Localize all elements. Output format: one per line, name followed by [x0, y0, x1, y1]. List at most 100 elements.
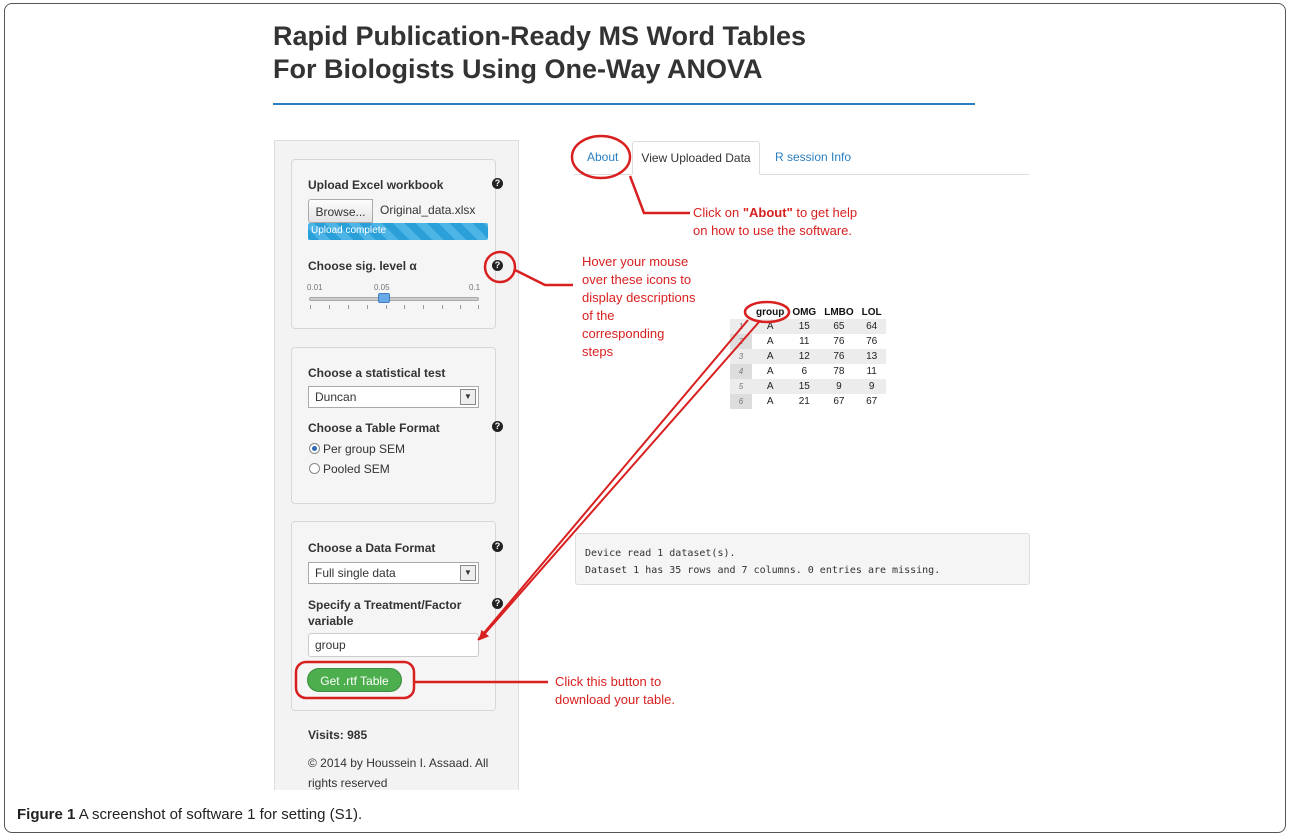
table-row: 6 A 21 67 67 [730, 394, 886, 409]
treatment-label-line-2: variable [308, 614, 354, 628]
help-icon[interactable]: ? [492, 541, 503, 552]
table-header-row: group OMG LMBO LOL [730, 305, 886, 319]
siglevel-slider[interactable] [309, 297, 479, 301]
slider-tick [460, 305, 461, 309]
annotation-text: Click this button to [555, 674, 662, 689]
caption-label: Figure 1 [17, 806, 76, 823]
table-row: 5 A 15 9 9 [730, 379, 886, 394]
annotation-text: on how to use the software. [693, 223, 852, 238]
radio-selected-icon [309, 443, 320, 454]
caption-text: A screenshot of software 1 for setting (… [75, 806, 363, 823]
table-cell: 78 [833, 366, 845, 377]
row-number: 4 [730, 364, 752, 379]
slider-tick [442, 305, 443, 309]
annotation-bold-text: "About" [742, 205, 793, 220]
console-line: Dataset 1 has 35 rows and 7 columns. 0 e… [585, 565, 941, 576]
table-cell: 9 [857, 379, 886, 394]
row-number: 1 [730, 319, 752, 334]
table-cell: 12 [788, 349, 821, 364]
table-cell: A [766, 396, 774, 407]
help-icon[interactable]: ? [492, 598, 503, 609]
treatment-label: Specify a Treatment/Factor variable [308, 597, 461, 629]
slider-tick [329, 305, 330, 309]
table-cell: A [752, 319, 789, 334]
get-rtf-table-button[interactable]: Get .rtf Table [307, 668, 402, 692]
data-format-value: Full single data [315, 566, 396, 580]
annotation-text: of the [582, 308, 615, 323]
help-icon[interactable]: ? [492, 178, 503, 189]
tab-view-uploaded-data[interactable]: View Uploaded Data [632, 141, 760, 175]
row-number: 5 [730, 379, 752, 394]
table-cell: 76 [866, 336, 878, 347]
dropdown-arrow-icon: ▼ [460, 565, 476, 581]
radio-icon [309, 463, 320, 474]
upload-label: Upload Excel workbook [308, 178, 444, 192]
visit-counter: Visits: 985 [308, 728, 368, 742]
radio-pooled-sem[interactable]: Pooled SEM [309, 462, 390, 476]
table-cell: 67 [866, 396, 878, 407]
table-row: 3 A 12 76 13 [730, 349, 886, 364]
column-header: group [756, 306, 785, 318]
test-select[interactable]: Duncan ▼ [308, 386, 479, 408]
annotation-text: Hover your mouse [582, 254, 689, 269]
siglevel-label: Choose sig. level α [308, 259, 417, 273]
row-number: 3 [730, 349, 752, 364]
column-header: OMG [792, 306, 817, 318]
slider-handle[interactable] [378, 293, 390, 303]
tab-about[interactable]: About [587, 150, 618, 164]
table-cell: A [752, 379, 789, 394]
slider-min-label: 0.01 [307, 283, 323, 292]
tab-r-session-info[interactable]: R session Info [775, 150, 851, 164]
table-cell: 21 [798, 396, 810, 407]
copyright-text: © 2014 by Houssein I. Assaad. All rights… [308, 756, 489, 790]
slider-tick [310, 305, 311, 309]
annotation-text: display descriptions [582, 290, 696, 305]
table-cell: 15 [788, 319, 821, 334]
table-cell: A [766, 336, 774, 347]
table-cell: 9 [820, 379, 858, 394]
row-number: 6 [730, 394, 752, 409]
radio-label: Per group SEM [323, 442, 406, 456]
table-cell: A [752, 349, 789, 364]
annotation-text: corresponding [582, 326, 665, 341]
row-number: 2 [730, 334, 752, 349]
dropdown-arrow-icon: ▼ [460, 389, 476, 405]
table-cell: 76 [820, 349, 858, 364]
help-icon[interactable]: ? [492, 260, 503, 271]
annotation-text: over these icons to [582, 272, 692, 287]
table-row: 4 A 6 78 11 [730, 364, 886, 379]
browse-button[interactable]: Browse... [308, 199, 373, 223]
table-row: 1 A 15 65 64 [730, 319, 886, 334]
console-line: Device read 1 dataset(s). [585, 548, 736, 559]
hover-annotation: Hover your mouse over these icons to dis… [582, 253, 695, 361]
table-cell: 67 [833, 396, 845, 407]
treatment-input[interactable]: group [308, 633, 479, 657]
table-cell: 76 [833, 336, 845, 347]
annotation-text: to get help [792, 205, 858, 220]
annotation-text: download your table. [555, 692, 675, 707]
slider-value-label: 0.05 [374, 283, 390, 292]
annotation-text: Click on [693, 205, 743, 220]
data-format-select[interactable]: Full single data ▼ [308, 562, 479, 584]
figure-caption: Figure 1 A screenshot of software 1 for … [17, 806, 362, 823]
test-label: Choose a statistical test [308, 366, 446, 380]
data-format-label: Choose a Data Format [308, 541, 436, 555]
column-header [730, 305, 752, 319]
table-cell: 65 [820, 319, 858, 334]
slider-tick [386, 305, 387, 309]
radio-label: Pooled SEM [323, 462, 390, 476]
radio-per-group-sem[interactable]: Per group SEM [309, 442, 405, 456]
table-cell: 11 [866, 366, 877, 377]
table-cell: 6 [801, 366, 808, 377]
table-cell: 64 [857, 319, 886, 334]
button-annotation: Click this button to download your table… [555, 673, 675, 709]
test-select-value: Duncan [315, 390, 357, 404]
file-name: Original_data.xlsx [380, 203, 476, 217]
slider-max-label: 0.1 [469, 283, 481, 292]
column-header: LMBO [824, 306, 854, 318]
treatment-label-line-1: Specify a Treatment/Factor [308, 598, 462, 612]
uploaded-data-table: group OMG LMBO LOL 1 A 15 65 64 2 A 11 7… [730, 305, 886, 409]
slider-tick [478, 305, 479, 309]
help-icon[interactable]: ? [492, 421, 503, 432]
column-header: LOL [861, 306, 882, 318]
